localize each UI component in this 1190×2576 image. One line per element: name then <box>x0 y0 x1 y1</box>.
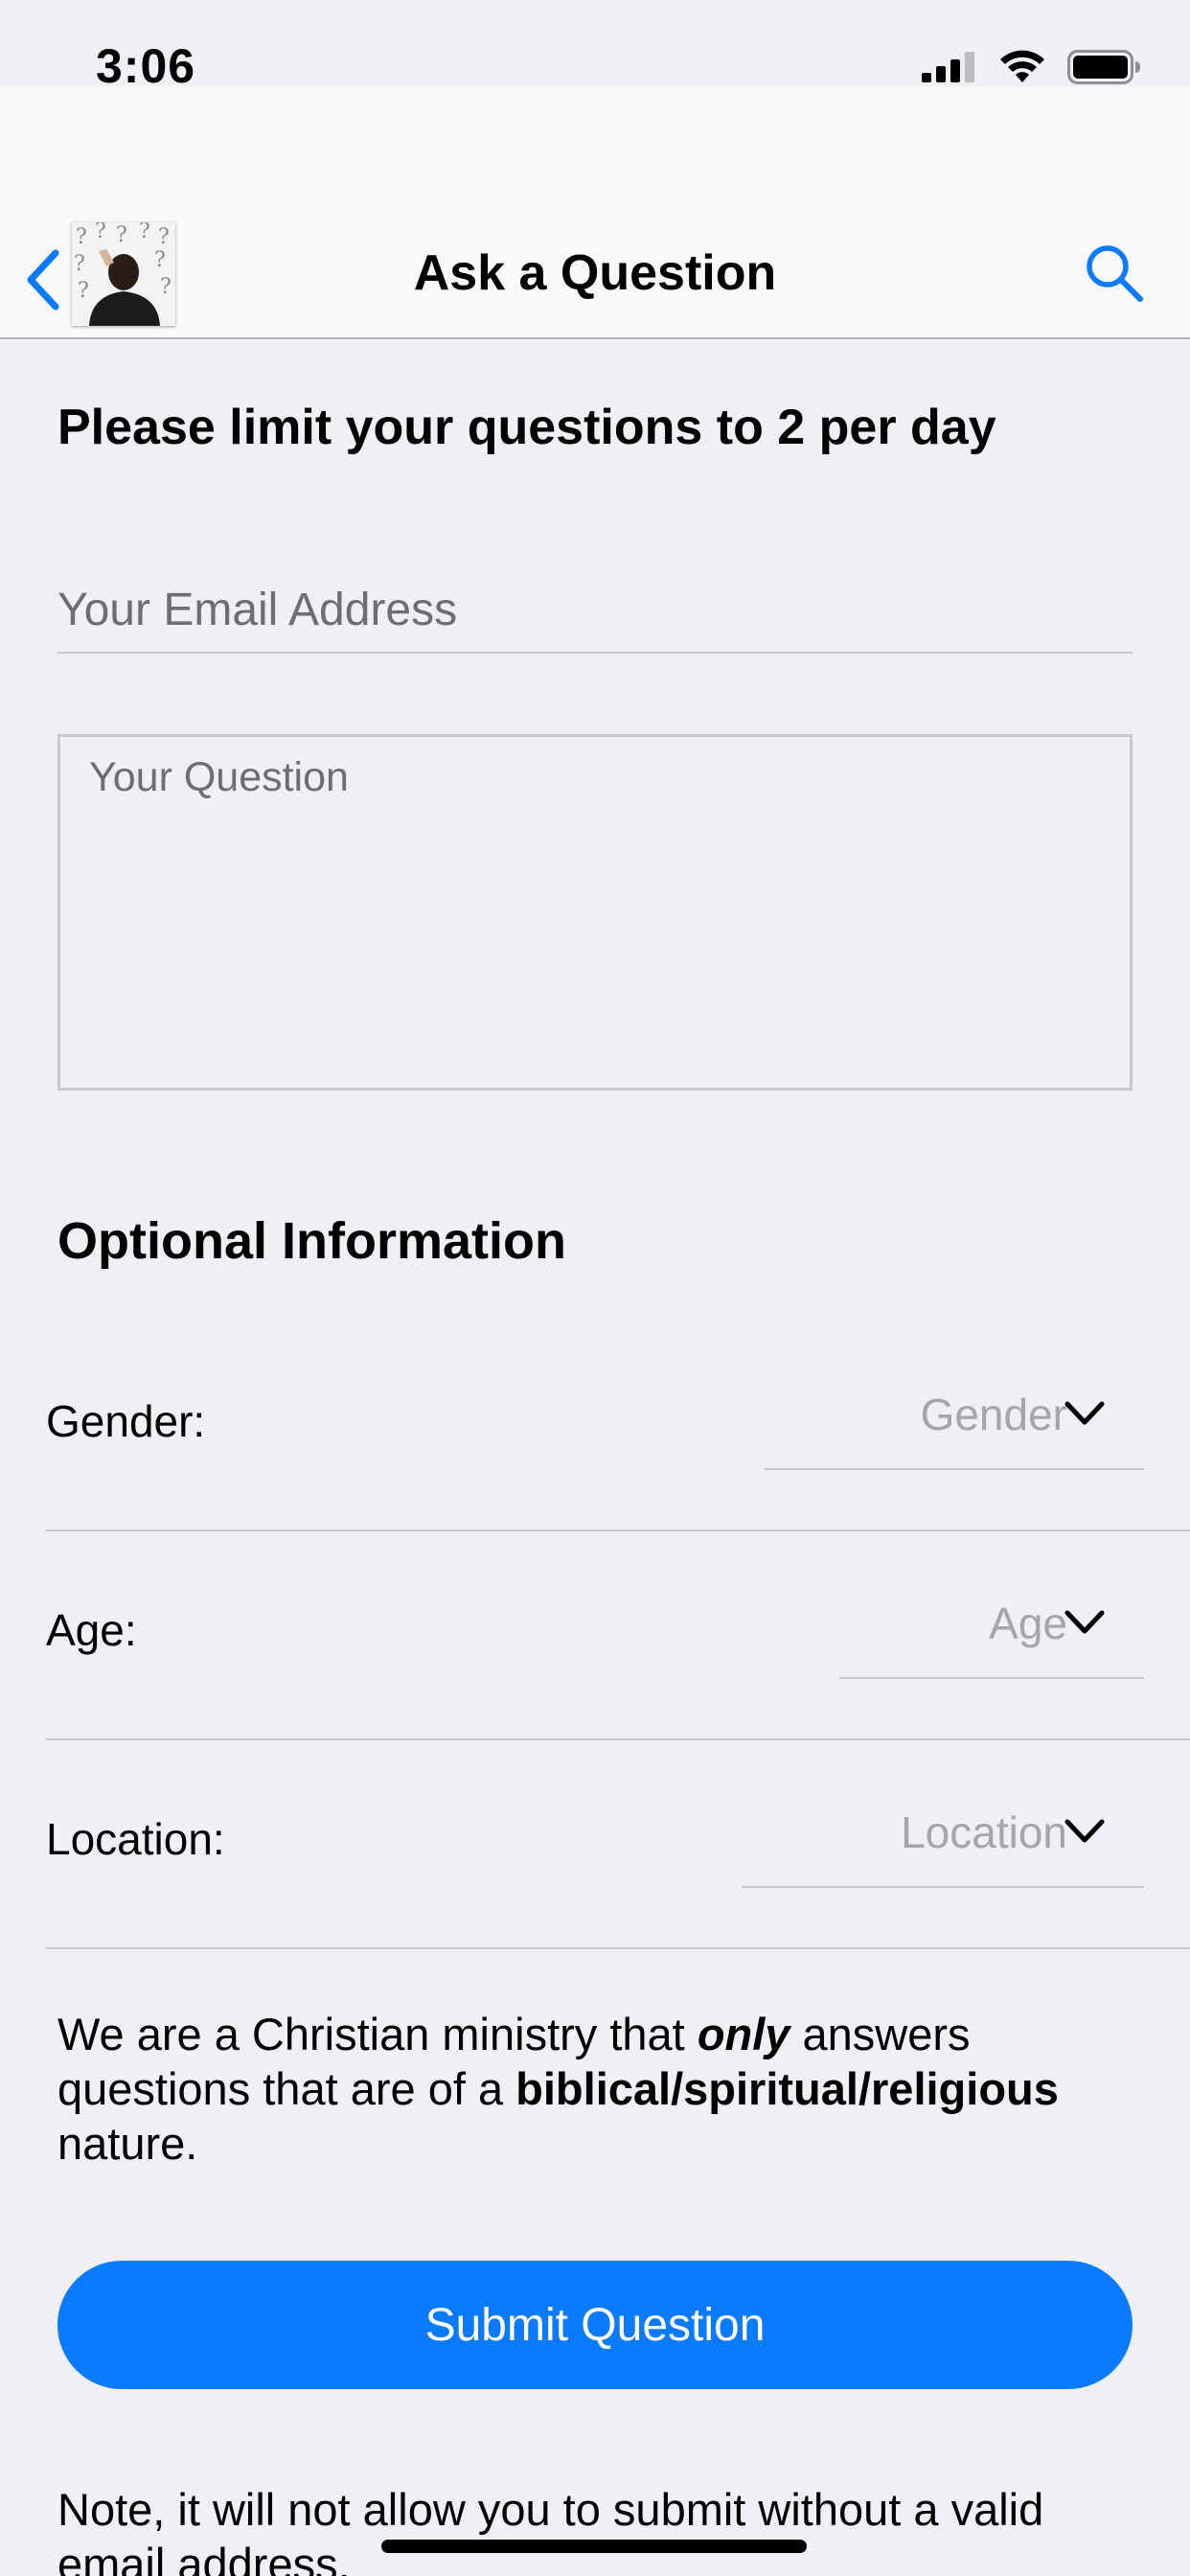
gender-picker-value: Gender <box>920 1390 1067 1439</box>
submit-question-button[interactable]: Submit Question <box>57 2261 1133 2389</box>
email-note: Note, it will not allow you to submit wi… <box>57 2484 1044 2576</box>
search-button[interactable] <box>1081 240 1148 307</box>
email-field[interactable] <box>57 558 1133 654</box>
gender-row: Gender: Gender <box>46 1322 1190 1531</box>
battery-icon <box>1067 50 1140 84</box>
question-textarea[interactable] <box>57 734 1133 1091</box>
home-indicator <box>381 2540 807 2553</box>
disclaimer-bold: biblical/spiritual/religious <box>515 2063 1059 2114</box>
optional-info-heading: Optional Information <box>57 1212 566 1270</box>
gender-label: Gender: <box>46 1396 206 1446</box>
location-row: Location: Location <box>46 1740 1190 1949</box>
limit-heading: Please limit your questions to 2 per day <box>57 400 996 455</box>
disclaimer-emphasis: only <box>697 2009 790 2059</box>
status-bar: 3:06 <box>0 0 1190 93</box>
location-label: Location: <box>46 1814 225 1864</box>
chevron-down-icon <box>1064 1819 1105 1843</box>
status-icons <box>922 50 1142 84</box>
age-picker[interactable]: Age <box>839 1570 1144 1679</box>
chevron-down-icon <box>1064 1610 1105 1634</box>
svg-text:?: ? <box>95 222 106 243</box>
age-picker-value: Age <box>989 1598 1067 1648</box>
ministry-disclaimer: We are a Christian ministry that only an… <box>57 2007 1140 2171</box>
disclaimer-text: nature. <box>57 2118 198 2169</box>
page-title: Ask a Question <box>413 245 777 301</box>
disclaimer-text: We are a Christian ministry that <box>57 2009 698 2059</box>
chevron-down-icon <box>1064 1401 1105 1425</box>
svg-text:?: ? <box>139 222 150 243</box>
location-picker[interactable]: Location <box>742 1779 1144 1888</box>
location-picker-value: Location <box>901 1807 1067 1857</box>
age-label: Age: <box>46 1605 137 1655</box>
gender-picker[interactable]: Gender <box>765 1361 1144 1470</box>
search-icon <box>1087 245 1143 302</box>
age-row: Age: Age <box>46 1531 1190 1740</box>
wifi-icon <box>1000 50 1044 82</box>
cellular-signal-icon <box>922 52 974 82</box>
